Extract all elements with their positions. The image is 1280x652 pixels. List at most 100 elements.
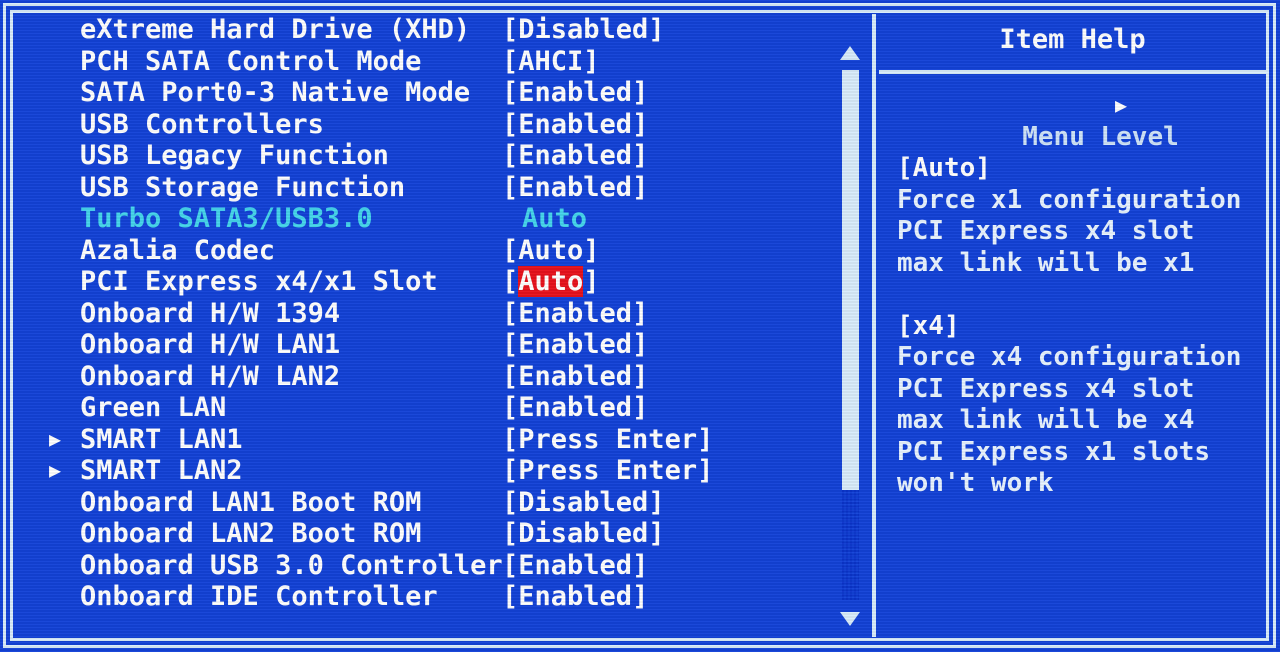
value-bracket-open: [ [502,329,519,360]
value-bracket-open: [ [502,171,519,203]
menu-row-value[interactable]: [Enabled] [502,361,648,393]
value-bracket-open: [ [502,140,519,171]
value-bracket-close: ] [632,329,649,360]
scrollbar-thumb[interactable] [842,70,859,490]
menu-row-value[interactable]: [Enabled] [502,298,648,330]
menu-row-label: PCH SATA Control Mode [80,45,422,77]
menu-row[interactable]: ▶ SMART LAN1 [Press Enter] [14,424,834,456]
menu-row-label: USB Storage Function [80,171,406,203]
menu-row-label: SMART LAN1 [80,423,243,455]
menu-row-label: Onboard H/W LAN1 [80,329,341,360]
menu-row-value[interactable]: [Enabled] [502,172,648,204]
value-bracket-close: ] [583,266,600,297]
value-text: Enabled [518,392,633,423]
menu-row[interactable]: eXtreme Hard Drive (XHD) [Disabled] [14,14,834,46]
menu-row[interactable]: USB Storage Function [Enabled] [14,172,834,204]
menu-row-label: Onboard IDE Controller [80,581,438,612]
menu-row-label: Onboard H/W LAN2 [80,360,341,392]
menu-row-label: Onboard USB 3.0 Controller [80,549,503,581]
value-bracket-open: [ [502,14,519,45]
menu-row[interactable]: USB Controllers [Enabled] [14,109,834,141]
menu-row-value[interactable]: [Enabled] [502,140,648,172]
value-bracket-close: ] [697,423,714,455]
menu-row-value[interactable]: [Enabled] [502,581,648,613]
menu-row[interactable]: Azalia Codec [Auto] [14,235,834,267]
value-bracket-open: [ [502,108,519,140]
value-bracket-close: ] [632,77,649,108]
menu-row[interactable]: Onboard IDE Controller [Enabled] [14,581,834,613]
menu-row-label: Onboard LAN1 Boot ROM [80,486,422,518]
menu-row-label: USB Legacy Function [80,140,389,171]
value-text: Enabled [518,140,633,171]
menu-scrollbar[interactable] [836,28,864,638]
value-bracket-open: [ [502,486,519,518]
bios-setup-screen: eXtreme Hard Drive (XHD) [Disabled] PCH SA… [0,0,1280,652]
value-bracket-close: ] [583,234,600,266]
menu-row-label: Onboard H/W 1394 [80,297,341,329]
menu-row-value[interactable]: [Enabled] [502,392,648,424]
menu-row[interactable]: SATA Port0-3 Native Mode [Enabled] [14,77,834,109]
value-bracket-close: ] [632,581,649,612]
menu-row[interactable]: Green LAN [Enabled] [14,392,834,424]
value-text: Enabled [518,297,633,329]
value-bracket-close: ] [697,455,714,486]
scroll-down-arrow-icon[interactable] [840,612,860,626]
menu-row-value[interactable]: [Press Enter] [502,455,713,487]
menu-row-value[interactable]: [AHCI] [502,46,600,78]
help-text-line: Force x4 configuration [897,342,1242,372]
help-text-line: PCI Express x1 slots [897,436,1211,467]
value-text: Enabled [518,329,633,360]
menu-level-arrow-icon: ▶ [1115,93,1128,117]
menu-row[interactable]: PCI Express x4/x1 Slot [Auto] [14,266,834,298]
menu-level-label: Menu Level [1022,121,1179,152]
menu-row[interactable]: Turbo SATA3/USB3.0 Auto [14,203,834,235]
menu-row[interactable]: Onboard LAN2 Boot ROM [Disabled] [14,518,834,550]
value-text: Enabled [518,108,633,140]
menu-row-value[interactable]: [Enabled] [502,77,648,109]
value-bracket-close: ] [648,14,665,45]
help-spacer [897,279,1266,311]
value-bracket-open: [ [502,266,519,297]
menu-row-label: Azalia Codec [80,234,276,266]
menu-row-value[interactable]: [Auto] [502,235,600,267]
selected-value: Auto [518,266,584,297]
menu-row-value[interactable]: Auto [522,203,587,235]
value-bracket-open: [ [502,455,519,486]
value-bracket-close: ] [632,108,649,140]
menu-row[interactable]: Onboard H/W LAN2 [Enabled] [14,361,834,393]
menu-row-value[interactable]: [Auto] [502,266,600,298]
menu-row[interactable]: ▶ SMART LAN2 [Press Enter] [14,455,834,487]
menu-row[interactable]: Onboard H/W LAN1 [Enabled] [14,329,834,361]
menu-row-value[interactable]: [Press Enter] [502,424,713,456]
value-bracket-close: ] [632,392,649,423]
value-bracket-open: [ [502,45,519,77]
value-text: Disabled [518,518,649,549]
item-help-body: Menu Level ▶ [Auto] Force x1 configuratio… [897,90,1266,500]
value-bracket-open: [ [502,77,519,108]
value-bracket-open: [ [502,518,519,549]
value-text: Enabled [518,171,633,203]
menu-row-value[interactable]: [Enabled] [502,109,648,141]
menu-row-value[interactable]: [Disabled] [502,487,665,519]
menu-row[interactable]: USB Legacy Function [Enabled] [14,140,834,172]
menu-row-value[interactable]: [Enabled] [502,329,648,361]
help-text-line: max link will be x4 [897,405,1195,435]
value-bracket-close: ] [632,297,649,329]
scroll-up-arrow-icon[interactable] [840,46,860,60]
help-text-line: PCI Express x4 slot [897,373,1195,404]
value-bracket-close: ] [583,45,600,77]
value-text: Press Enter [518,423,698,455]
value-bracket-open: [ [502,297,519,329]
menu-row[interactable]: Onboard USB 3.0 Controller [Enabled] [14,550,834,582]
menu-row[interactable]: Onboard H/W 1394 [Enabled] [14,298,834,330]
menu-row-value[interactable]: [Disabled] [502,14,665,46]
submenu-arrow-icon: ▶ [49,458,62,482]
menu-row[interactable]: Onboard LAN1 Boot ROM [Disabled] [14,487,834,519]
menu-row-label: eXtreme Hard Drive (XHD) [80,14,471,45]
submenu-arrow-icon: ▶ [49,426,62,451]
menu-row-value[interactable]: [Enabled] [502,550,648,582]
menu-row[interactable]: PCH SATA Control Mode [AHCI] [14,46,834,78]
menu-row-label: Turbo SATA3/USB3.0 [80,203,373,234]
value-bracket-open: [ [502,549,519,581]
menu-row-value[interactable]: [Disabled] [502,518,665,550]
